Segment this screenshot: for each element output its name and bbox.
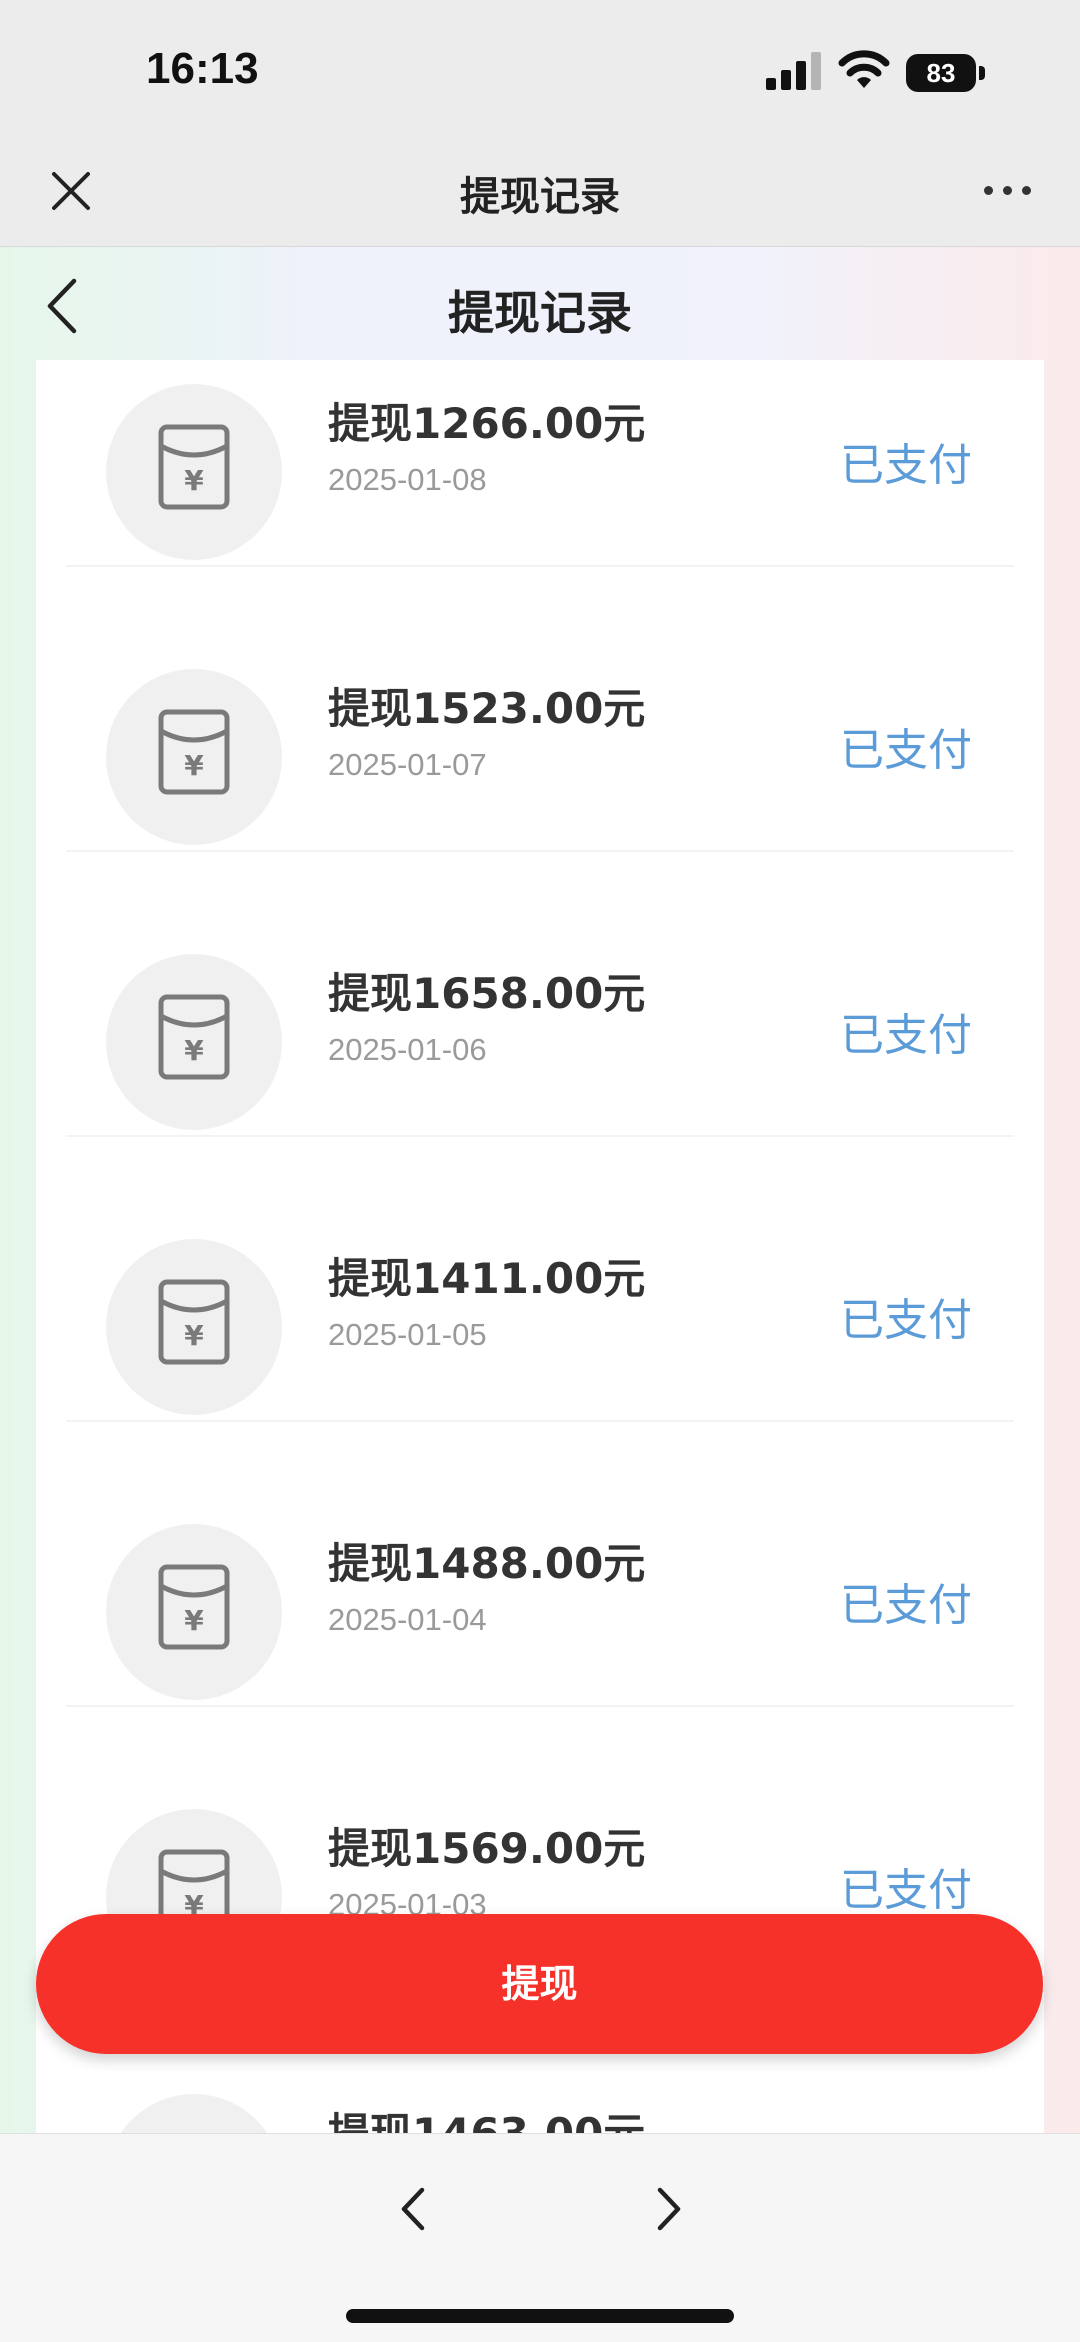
status-bar: 16:13 83 [0, 0, 1080, 140]
svg-text:¥: ¥ [184, 1319, 204, 1352]
record-item[interactable]: ¥ 提现1658.00元 2025-01-06 已支付 [36, 852, 1044, 1137]
browser-bottom-bar [0, 2133, 1080, 2342]
svg-text:¥: ¥ [184, 1604, 204, 1637]
record-item[interactable]: ¥ 提现1523.00元 2025-01-07 已支付 [36, 567, 1044, 852]
record-icon-circle: ¥ [106, 954, 282, 1130]
record-status: 已支付 [840, 1010, 972, 1061]
record-amount: 提现1569.00元 [328, 1824, 646, 1873]
home-indicator [346, 2309, 734, 2323]
record-status: 已支付 [840, 1865, 972, 1916]
record-amount: 提现1463.00元 [328, 2100, 645, 2133]
red-packet-icon: ¥ [158, 1564, 230, 1650]
status-time: 16:13 [146, 44, 259, 93]
svg-text:¥: ¥ [184, 749, 204, 782]
record-item[interactable]: ¥ 提现1488.00元 2025-01-04 已支付 [36, 1422, 1044, 1707]
record-amount: 提现1523.00元 [328, 684, 646, 733]
record-amount: 提现1658.00元 [328, 969, 646, 1018]
cellular-signal-icon [766, 52, 821, 90]
record-date: 2025-01-08 [328, 462, 487, 497]
battery-level: 83 [906, 54, 976, 92]
page-title: 提现记录 [448, 286, 632, 340]
page-header: 提现记录 [0, 247, 1080, 360]
red-packet-icon: ¥ [158, 1279, 230, 1365]
record-status: 已支付 [840, 440, 972, 491]
record-date: 2025-01-05 [328, 1317, 487, 1352]
wifi-icon [838, 50, 890, 88]
record-status: 已支付 [840, 1295, 972, 1346]
record-icon-circle: ¥ [106, 2094, 282, 2133]
record-date: 2025-01-06 [328, 1032, 487, 1067]
records-list: ¥ 提现1266.00元 2025-01-08 已支付 ¥ 提现1523.00元 2025-… [36, 360, 1044, 2133]
browser-title: 提现记录 [460, 174, 620, 220]
record-date: 2025-01-07 [328, 747, 487, 782]
svg-text:¥: ¥ [184, 1034, 204, 1067]
record-status: 已支付 [840, 725, 972, 776]
record-item[interactable]: ¥ 提现1266.00元 2025-01-08 已支付 [36, 360, 1044, 567]
red-packet-icon: ¥ [158, 424, 230, 510]
page: 提现记录 ¥ 提现1266.00元 2025-01-08 已支付 ¥ 提现1523.00元… [0, 247, 1080, 2133]
nav-forward-icon[interactable] [648, 2184, 690, 2234]
record-item[interactable]: ¥ 提现1411.00元 2025-01-05 已支付 [36, 1137, 1044, 1422]
browser-top-bar: 提现记录 [0, 140, 1080, 247]
battery-icon: 83 [906, 54, 986, 92]
record-icon-circle: ¥ [106, 669, 282, 845]
record-amount: 提现1411.00元 [328, 1254, 646, 1303]
record-date: 2025-01-04 [328, 1602, 487, 1637]
red-packet-icon: ¥ [158, 994, 230, 1080]
record-icon-circle: ¥ [106, 1524, 282, 1700]
withdraw-button[interactable]: 提现 [36, 1914, 1043, 2054]
more-options-icon[interactable] [980, 180, 1036, 200]
records-card: ¥ 提现1266.00元 2025-01-08 已支付 ¥ 提现1523.00元 2025-… [36, 360, 1044, 2133]
record-icon-circle: ¥ [106, 384, 282, 560]
record-amount: 提现1266.00元 [328, 399, 646, 448]
record-icon-circle: ¥ [106, 1239, 282, 1415]
record-amount: 提现1488.00元 [328, 1539, 646, 1588]
red-packet-icon: ¥ [158, 709, 230, 795]
record-status: 已支付 [840, 1580, 972, 1631]
nav-back-icon[interactable] [392, 2184, 434, 2234]
svg-text:¥: ¥ [184, 464, 204, 497]
